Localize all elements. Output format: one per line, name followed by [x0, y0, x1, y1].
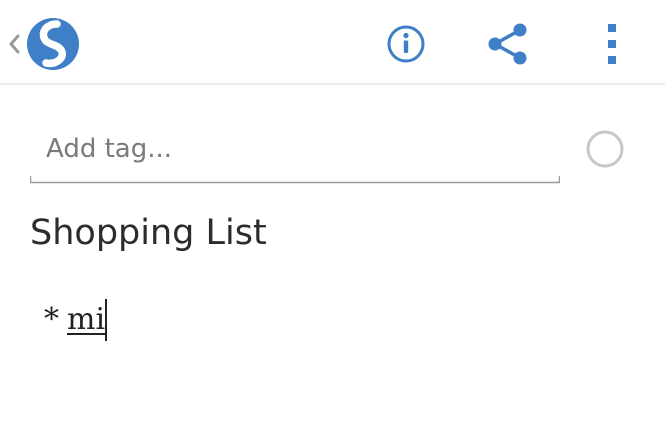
info-icon: [387, 25, 425, 63]
pin-toggle[interactable]: [585, 129, 625, 169]
top-toolbar: [0, 0, 665, 85]
chevron-left-icon: [9, 34, 20, 54]
note-current-word: mi: [67, 302, 106, 337]
simplenote-logo-icon: [27, 18, 79, 70]
note-body-line[interactable]: * mi: [44, 298, 108, 342]
note-editor-screen: Shopping List * mi: [0, 0, 665, 441]
more-options-button[interactable]: [586, 18, 638, 70]
info-button[interactable]: [380, 18, 432, 70]
more-vert-icon: [608, 24, 616, 64]
add-tag-input[interactable]: [30, 118, 560, 180]
share-icon: [488, 23, 527, 65]
share-button[interactable]: [482, 18, 534, 70]
list-bullet: *: [44, 302, 59, 337]
back-button[interactable]: [0, 12, 90, 76]
note-title[interactable]: Shopping List: [30, 208, 267, 258]
tag-field: [30, 118, 560, 184]
tag-input-underline: [30, 176, 560, 184]
circle-outline-icon: [586, 130, 624, 168]
text-cursor: [105, 299, 108, 341]
